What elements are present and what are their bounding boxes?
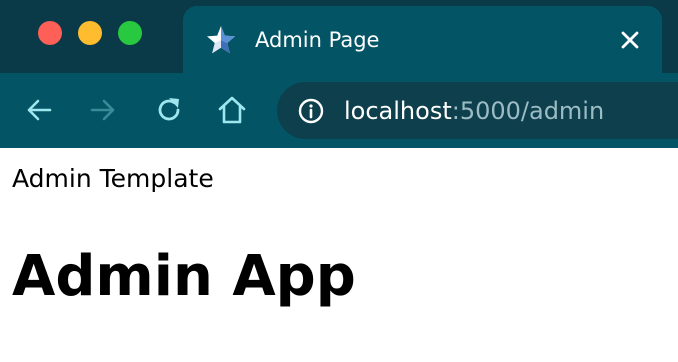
zoom-window-button[interactable] [118, 21, 142, 45]
info-icon[interactable] [298, 98, 324, 124]
back-arrow-icon[interactable] [22, 93, 56, 127]
tab-admin-page[interactable]: Admin Page [183, 6, 662, 78]
home-icon[interactable] [215, 93, 249, 127]
url-text[interactable]: localhost:5000/admin [344, 96, 604, 126]
page-content: Admin Template Admin App [0, 148, 678, 362]
forward-arrow-icon[interactable] [86, 93, 120, 127]
url-host: localhost [344, 97, 452, 125]
template-label: Admin Template [12, 164, 214, 193]
browser-window: Admin Page localhost:5000/admin Admin Te… [0, 0, 678, 362]
close-icon[interactable] [618, 28, 642, 52]
tab-strip: Admin Page [0, 0, 678, 78]
close-window-button[interactable] [38, 21, 62, 45]
tab-title: Admin Page [255, 28, 380, 52]
address-bar[interactable]: localhost:5000/admin [277, 82, 678, 139]
navigation-toolbar: localhost:5000/admin [0, 73, 678, 148]
star-favicon-icon [205, 24, 237, 56]
url-path: :5000/admin [451, 97, 605, 125]
page-title: Admin App [12, 244, 356, 309]
minimize-window-button[interactable] [78, 21, 102, 45]
reload-icon[interactable] [152, 93, 186, 127]
